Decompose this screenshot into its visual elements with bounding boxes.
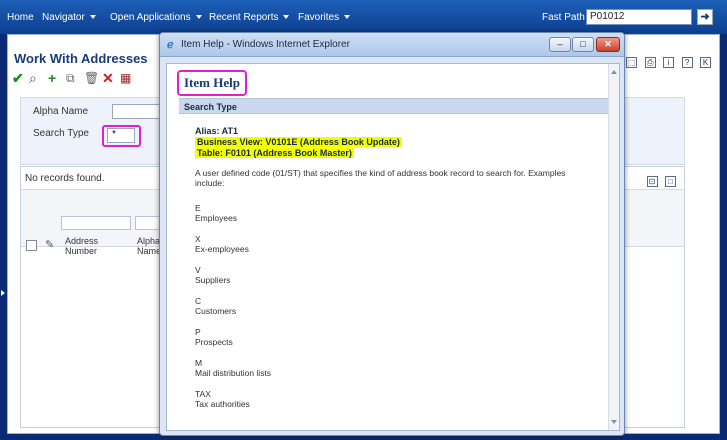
code-value: X bbox=[195, 234, 201, 244]
code-description: Mail distribution lists bbox=[195, 368, 272, 378]
search-type-label: Search Type bbox=[33, 128, 89, 139]
add-icon[interactable]: + bbox=[48, 69, 56, 87]
code-value: E bbox=[195, 203, 201, 213]
grid-status-text: No records found. bbox=[25, 173, 105, 184]
column-header-line: Address bbox=[65, 236, 99, 246]
code-description: Customers bbox=[195, 306, 237, 316]
popup-titlebar[interactable]: ℯ Item Help - Windows Internet Explorer … bbox=[160, 33, 624, 57]
description-text: A user defined code (01/ST) that specifi… bbox=[195, 168, 566, 188]
maximize-button[interactable]: □ bbox=[572, 37, 594, 52]
alias-text: Alias: AT1 bbox=[195, 126, 239, 136]
scroll-up-icon[interactable] bbox=[611, 70, 617, 74]
nav-favorites-label: Favorites bbox=[298, 12, 340, 23]
alpha-name-label: Alpha Name bbox=[33, 106, 89, 117]
find-icon[interactable]: ⌕ bbox=[29, 69, 37, 87]
column-header-alpha-name[interactable]: Alpha Name bbox=[137, 236, 161, 256]
code-description: Employees bbox=[195, 213, 238, 223]
nav-recent-reports-menu[interactable]: Recent Reports bbox=[209, 12, 290, 23]
popup-scrollbar[interactable] bbox=[608, 64, 619, 430]
code-description: Suppliers bbox=[195, 275, 231, 285]
code-value: M bbox=[195, 358, 203, 368]
close-icon[interactable]: ✕ bbox=[102, 69, 114, 87]
code-description: Prospects bbox=[195, 337, 233, 347]
code-description: Ex-employees bbox=[195, 244, 249, 254]
select-checkmark-icon[interactable]: ✔ bbox=[12, 69, 24, 87]
search-type-input[interactable]: * bbox=[107, 128, 135, 143]
fast-path-label: Fast Path bbox=[542, 12, 585, 23]
help-title: Item Help bbox=[177, 70, 247, 96]
nav-navigator-menu[interactable]: Navigator bbox=[42, 12, 96, 23]
ie-icon: ℯ bbox=[167, 39, 174, 51]
nav-recent-reports-label: Recent Reports bbox=[209, 12, 279, 23]
personalize-icon[interactable]: K bbox=[700, 57, 711, 68]
chevron-down-icon bbox=[89, 15, 96, 19]
nav-home-link[interactable]: Home bbox=[7, 12, 34, 23]
attachment-icon: ✎ bbox=[45, 239, 55, 251]
copy-icon[interactable]: ⧉ bbox=[66, 69, 75, 87]
nav-navigator-label: Navigator bbox=[42, 12, 85, 23]
nav-favorites-menu[interactable]: Favorites bbox=[298, 12, 351, 23]
code-value: V bbox=[195, 265, 201, 275]
fast-path-input[interactable]: P01012 bbox=[586, 9, 692, 25]
item-help-window: ℯ Item Help - Windows Internet Explorer … bbox=[159, 32, 625, 436]
help-content: Item Help Search Type Alias: AT1 Busines… bbox=[166, 63, 620, 431]
export-icon[interactable]: ⬚ bbox=[626, 57, 638, 68]
code-description: Tax authorities bbox=[195, 399, 250, 409]
table-text: Table: F0101 (Address Book Master) bbox=[195, 148, 354, 158]
page-title: Work With Addresses bbox=[14, 51, 148, 66]
close-button[interactable]: ✕ bbox=[596, 37, 620, 52]
print-icon[interactable]: ⎙ bbox=[644, 57, 656, 68]
fast-path-go-button[interactable]: ➜ bbox=[697, 9, 713, 25]
grid-maximize-icon[interactable]: □ bbox=[665, 176, 676, 187]
column-header-address-number[interactable]: Address Number bbox=[65, 236, 98, 256]
delete-icon[interactable]: 🗑 bbox=[84, 69, 99, 87]
column-header-line: Number bbox=[65, 246, 98, 256]
grid-format-icon[interactable]: ⊡ bbox=[646, 176, 658, 187]
grid-icons: ⊡ □ bbox=[644, 171, 676, 189]
scroll-down-icon[interactable] bbox=[611, 420, 617, 424]
section-header: Search Type bbox=[179, 98, 609, 114]
minimize-button[interactable]: – bbox=[549, 37, 571, 52]
business-view-text: Business View: V0101E (Address Book Upda… bbox=[195, 137, 402, 147]
code-value: P bbox=[195, 327, 201, 337]
chevron-down-icon bbox=[283, 15, 290, 19]
code-value: C bbox=[195, 296, 202, 306]
top-nav-bar: Home Navigator Open Applications Recent … bbox=[0, 0, 727, 34]
info-icon[interactable]: i bbox=[663, 57, 675, 68]
popup-window-title: Item Help - Windows Internet Explorer bbox=[181, 39, 350, 50]
code-value: TAX bbox=[195, 389, 211, 399]
column-header-line: Name bbox=[137, 246, 162, 256]
qbe-address-number[interactable] bbox=[61, 216, 131, 230]
select-all-checkbox[interactable] bbox=[26, 240, 37, 251]
chevron-down-icon bbox=[344, 15, 351, 19]
grid-options-icon[interactable]: ▦ bbox=[120, 69, 131, 87]
side-collapse-tab[interactable] bbox=[0, 288, 6, 298]
help-icon[interactable]: ? bbox=[681, 57, 693, 68]
form-utility-icons: ⬚ ⎙ i ? K bbox=[623, 52, 711, 70]
nav-open-applications-menu[interactable]: Open Applications bbox=[110, 12, 202, 23]
nav-open-applications-label: Open Applications bbox=[110, 12, 191, 23]
column-header-line: Alpha bbox=[137, 236, 161, 246]
chevron-down-icon bbox=[195, 15, 202, 19]
